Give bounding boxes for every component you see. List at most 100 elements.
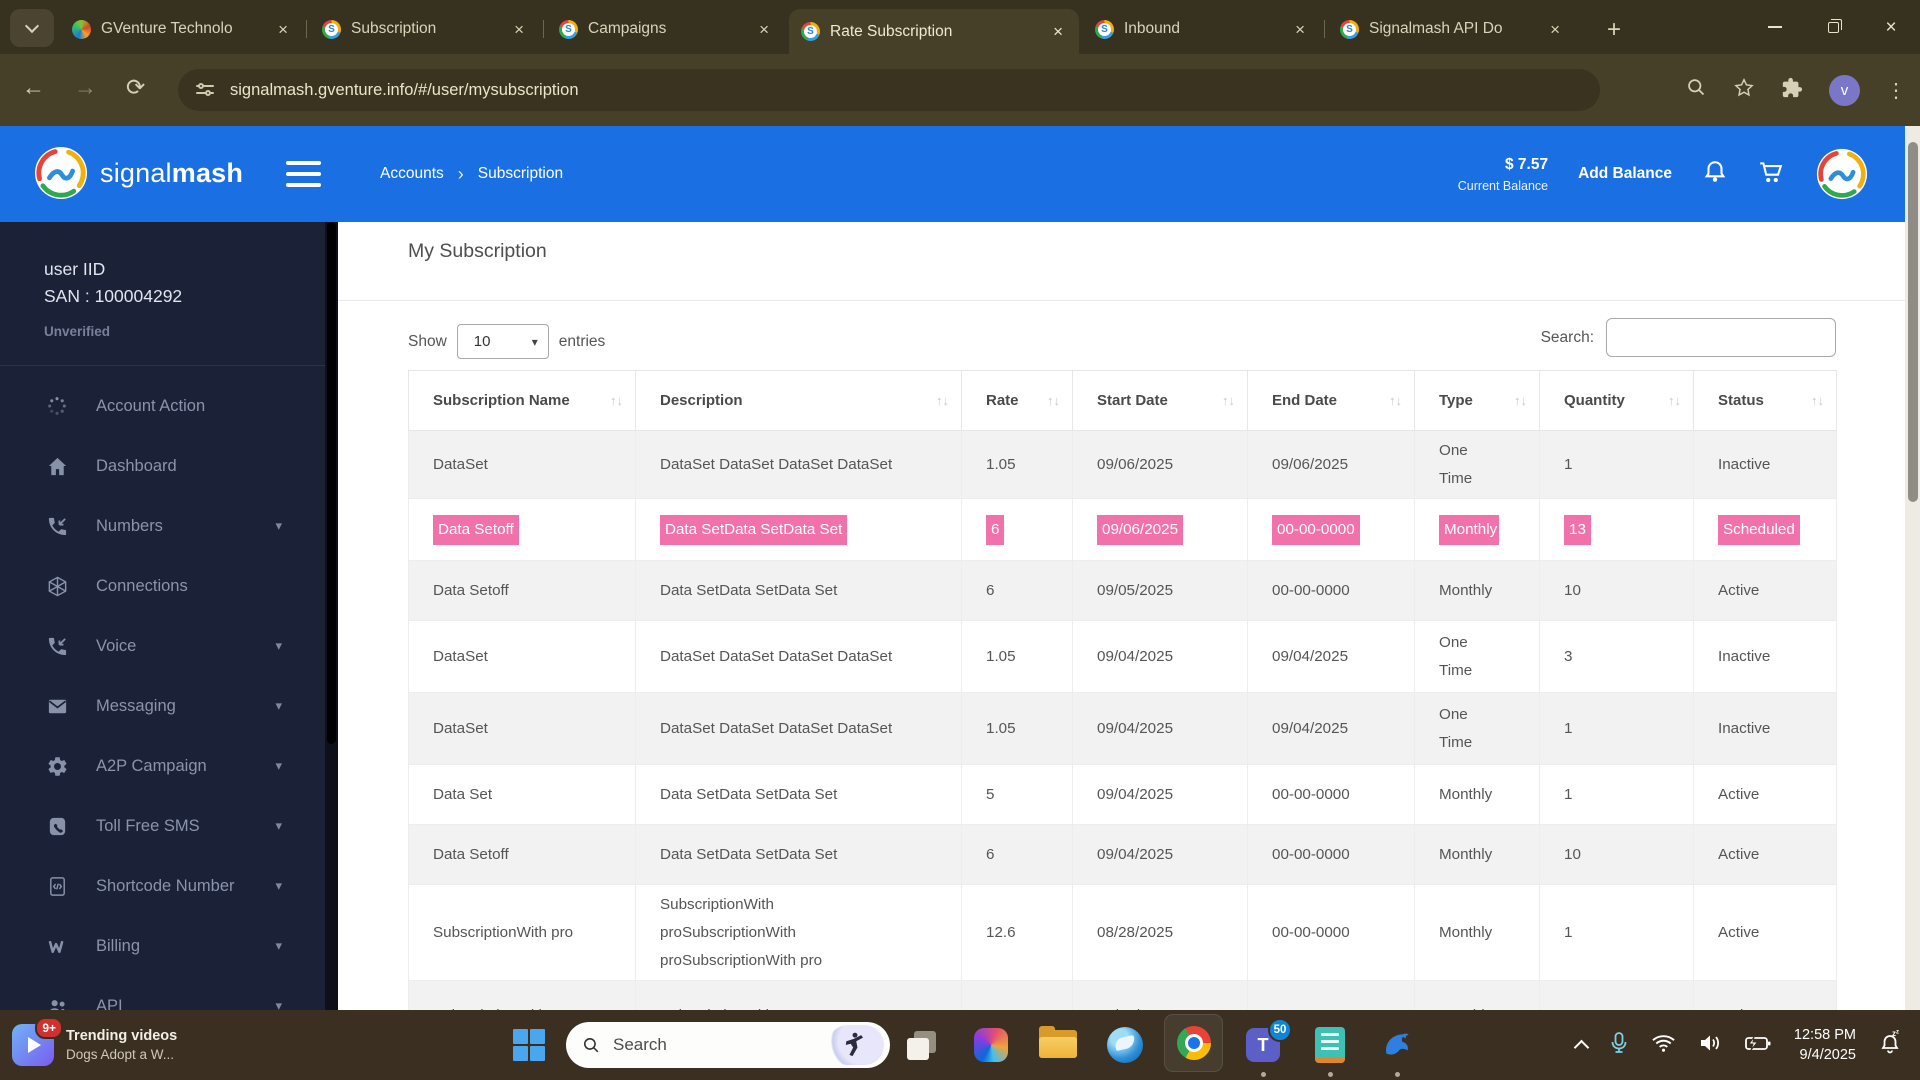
sidebar-item-billing[interactable]: Billing ▾ — [0, 916, 338, 976]
sort-icon[interactable]: ↑↓ — [1668, 393, 1681, 408]
column-header-end-date[interactable]: End Date↑↓ — [1248, 371, 1415, 431]
balance-amount: $ 7.57 — [1458, 156, 1548, 174]
sort-icon[interactable]: ↑↓ — [1389, 393, 1402, 408]
restore-icon — [1828, 22, 1839, 33]
tab-inbound[interactable]: Inbound × — [1083, 9, 1321, 49]
sidebar-divider — [0, 365, 338, 366]
teams-notification-badge: 50 — [1268, 1018, 1292, 1042]
tray-overflow-chevron-icon[interactable] — [1574, 1040, 1590, 1056]
sidebar-item-numbers[interactable]: Numbers ▾ — [0, 496, 338, 556]
tab-close-icon[interactable]: × — [1546, 19, 1564, 40]
reload-button[interactable]: ⟳ — [126, 74, 145, 101]
add-balance-button[interactable]: Add Balance — [1578, 165, 1672, 183]
search-icon — [582, 1036, 601, 1055]
widgets-button[interactable]: 9+ Trending videos Dogs Adopt a W... — [12, 1010, 177, 1080]
volume-icon[interactable] — [1698, 1032, 1722, 1059]
account-avatar[interactable] — [1816, 148, 1868, 200]
sort-icon[interactable]: ↑↓ — [936, 393, 949, 408]
phone-square-icon — [44, 813, 70, 839]
taskbar-search[interactable]: Search — [566, 1022, 890, 1068]
restore-button[interactable] — [1804, 0, 1862, 54]
bookmark-star-icon[interactable] — [1733, 77, 1755, 104]
breadcrumb-subscription[interactable]: Subscription — [478, 165, 563, 183]
tab-close-icon[interactable]: × — [510, 19, 528, 40]
site-info-icon[interactable] — [196, 83, 214, 97]
sort-icon[interactable]: ↑↓ — [1047, 393, 1060, 408]
teams-button[interactable]: T 50 — [1244, 1010, 1282, 1080]
status-badge: Active — [1718, 919, 1759, 947]
search-input[interactable] — [1606, 318, 1836, 357]
sidebar-scrollbar[interactable] — [325, 222, 338, 1010]
chrome-button-active[interactable] — [1164, 1014, 1223, 1072]
sort-icon[interactable]: ↑↓ — [610, 393, 623, 408]
address-bar[interactable]: signalmash.gventure.info/#/user/mysubscr… — [178, 69, 1600, 111]
start-button[interactable] — [509, 1010, 549, 1080]
sidebar-item-shortcode-number[interactable]: Shortcode Number ▾ — [0, 856, 338, 916]
tab-signalmash-api[interactable]: Signalmash API Do × — [1328, 9, 1576, 49]
sort-icon[interactable]: ↑↓ — [1514, 393, 1527, 408]
column-header-quantity[interactable]: Quantity↑↓ — [1540, 371, 1694, 431]
wifi-icon[interactable] — [1651, 1033, 1676, 1058]
sidebar-item-a2p-campaign[interactable]: A2P Campaign ▾ — [0, 736, 338, 796]
entries-select-value: 10 — [474, 333, 532, 350]
sort-icon[interactable]: ↑↓ — [1222, 393, 1235, 408]
forward-button[interactable]: → — [74, 74, 97, 101]
notifications-bell-icon[interactable] — [1702, 159, 1728, 190]
sidebar-scrollbar-thumb[interactable] — [327, 222, 336, 744]
tab-rate-subscription-active[interactable]: Rate Subscription × — [789, 9, 1079, 54]
tab-search-button[interactable] — [10, 9, 54, 47]
tab-close-icon[interactable]: × — [1291, 19, 1309, 40]
battery-icon[interactable] — [1744, 1033, 1772, 1058]
widgets-icon: 9+ — [12, 1024, 54, 1066]
column-header-subscription-name[interactable]: Subscription Name↑↓ — [409, 371, 636, 431]
tab-close-icon[interactable]: × — [755, 19, 773, 40]
task-view-button[interactable] — [903, 1010, 941, 1080]
column-header-description[interactable]: Description↑↓ — [636, 371, 962, 431]
zoom-icon[interactable] — [1686, 77, 1707, 103]
new-tab-button[interactable]: + — [1596, 12, 1632, 48]
copilot-icon — [974, 1028, 1008, 1062]
chevron-down-icon: ▾ — [275, 518, 282, 534]
file-explorer-button[interactable] — [1038, 1010, 1078, 1080]
microphone-icon[interactable] — [1609, 1031, 1629, 1060]
clock-time: 12:58 PM — [1794, 1025, 1856, 1045]
sidebar-item-connections[interactable]: Connections — [0, 556, 338, 616]
thunderbird-icon — [1107, 1027, 1143, 1063]
sort-icon[interactable]: ↑↓ — [1811, 393, 1824, 408]
hamburger-menu-icon[interactable] — [286, 161, 321, 187]
document-code-icon — [44, 873, 70, 899]
notepad-button[interactable] — [1313, 1010, 1347, 1080]
thunderbird-button[interactable] — [1106, 1010, 1144, 1080]
column-header-type[interactable]: Type↑↓ — [1415, 371, 1540, 431]
breadcrumb-accounts[interactable]: Accounts — [380, 165, 444, 183]
brand-logo[interactable]: signalmash — [34, 146, 243, 200]
sidebar-item-dashboard[interactable]: Dashboard — [0, 436, 338, 496]
sidebar-item-messaging[interactable]: Messaging ▾ — [0, 676, 338, 736]
extensions-icon[interactable] — [1781, 77, 1803, 104]
profile-avatar[interactable]: v — [1829, 75, 1860, 106]
close-button[interactable]: × — [1862, 0, 1920, 54]
tab-campaigns[interactable]: Campaigns × — [547, 9, 785, 49]
sidebar-item-account-action[interactable]: Account Action — [0, 376, 338, 436]
taskbar-clock[interactable]: 12:58 PM 9/4/2025 — [1794, 1025, 1856, 1065]
page-scrollbar[interactable] — [1905, 126, 1920, 1010]
browser-menu-icon[interactable]: ⋮ — [1886, 78, 1906, 103]
signalmash-favicon-icon — [1095, 20, 1114, 39]
column-header-start-date[interactable]: Start Date↑↓ — [1073, 371, 1248, 431]
tab-gventure[interactable]: GVenture Technolo × — [60, 9, 304, 49]
column-header-status[interactable]: Status↑↓ — [1694, 371, 1837, 431]
tab-close-icon[interactable]: × — [274, 19, 292, 40]
notification-bell-icon[interactable]: zz — [1878, 1030, 1902, 1061]
column-header-rate[interactable]: Rate↑↓ — [962, 371, 1073, 431]
entries-select[interactable]: 10 ▾ — [457, 324, 549, 359]
tab-subscription[interactable]: Subscription × — [310, 9, 540, 49]
copilot-button[interactable] — [972, 1010, 1010, 1080]
minimize-button[interactable] — [1746, 0, 1804, 54]
sidebar-item-voice[interactable]: Voice ▾ — [0, 616, 338, 676]
tab-close-icon[interactable]: × — [1049, 21, 1067, 42]
back-button[interactable]: ← — [22, 74, 45, 101]
dolphin-app-button[interactable] — [1378, 1010, 1416, 1080]
sidebar-item-toll-free-sms[interactable]: Toll Free SMS ▾ — [0, 796, 338, 856]
cart-icon[interactable] — [1758, 159, 1786, 190]
page-scrollbar-thumb[interactable] — [1908, 142, 1918, 502]
